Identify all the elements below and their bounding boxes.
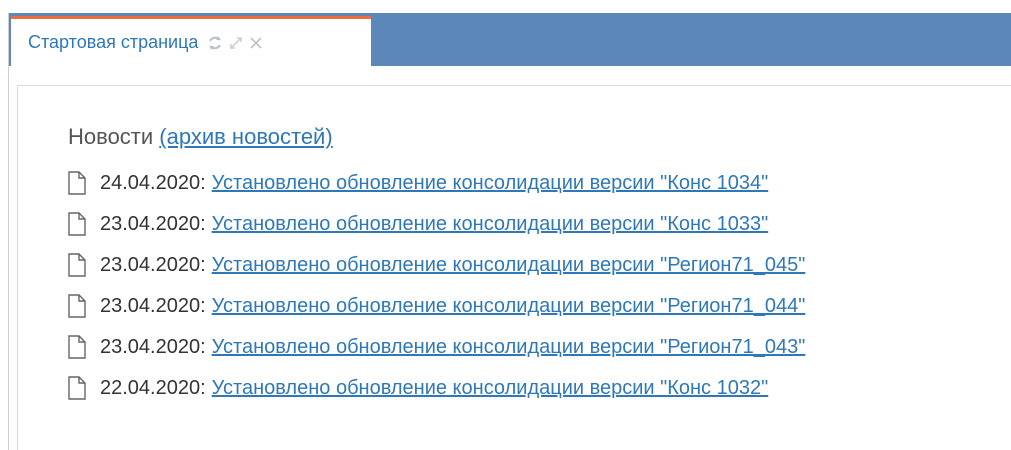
- tab-actions: [206, 34, 264, 52]
- news-list: 24.04.2020: Установлено обновление консо…: [67, 171, 806, 418]
- news-item: 22.04.2020: Установлено обновление консо…: [67, 376, 805, 418]
- news-item: 23.04.2020: Установлено обновление консо…: [67, 335, 806, 377]
- news-date: 23.04.2020: [100, 295, 201, 317]
- document-icon: [68, 376, 86, 400]
- news-link[interactable]: Установлено обновление консолидации верс…: [212, 377, 769, 400]
- news-link[interactable]: Установлено обновление консолидации верс…: [212, 336, 806, 359]
- tab-title: Стартовая страница: [28, 32, 199, 52]
- close-icon[interactable]: [248, 35, 264, 51]
- expand-icon[interactable]: [228, 35, 244, 51]
- news-item: 23.04.2020: Установлено обновление консо…: [67, 212, 805, 254]
- refresh-icon[interactable]: [206, 34, 224, 52]
- news-heading-label: Новости: [68, 124, 154, 149]
- news-heading: Новости (архив новостей): [68, 124, 333, 150]
- news-link[interactable]: Установлено обновление консолидации верс…: [212, 213, 769, 236]
- start-page-content: Новости (архив новостей) 24.04.2020: Уст…: [17, 85, 1011, 450]
- tab-start-page[interactable]: Стартовая страница: [11, 16, 371, 66]
- news-archive-link[interactable]: (архив новостей): [159, 124, 332, 149]
- news-link[interactable]: Установлено обновление консолидации верс…: [212, 172, 769, 195]
- news-link[interactable]: Установлено обновление консолидации верс…: [212, 254, 806, 277]
- document-icon: [68, 335, 86, 359]
- news-link[interactable]: Установлено обновление консолидации верс…: [212, 295, 806, 318]
- news-date: 22.04.2020: [100, 377, 201, 399]
- app-frame: Стартовая страница Новости (архив новост…: [8, 13, 1011, 450]
- news-date: 23.04.2020: [100, 213, 201, 235]
- document-icon: [68, 294, 86, 318]
- news-item: 23.04.2020: Установлено обновление консо…: [67, 294, 806, 336]
- document-icon: [68, 171, 86, 195]
- news-date: 23.04.2020: [100, 336, 201, 358]
- tab-bar: Стартовая страница: [9, 13, 1011, 66]
- news-item: 23.04.2020: Установлено обновление консо…: [67, 253, 806, 295]
- news-item: 24.04.2020: Установлено обновление консо…: [67, 171, 805, 213]
- news-date: 23.04.2020: [100, 254, 201, 276]
- document-icon: [68, 253, 86, 277]
- document-icon: [68, 212, 86, 236]
- news-date: 24.04.2020: [100, 172, 201, 194]
